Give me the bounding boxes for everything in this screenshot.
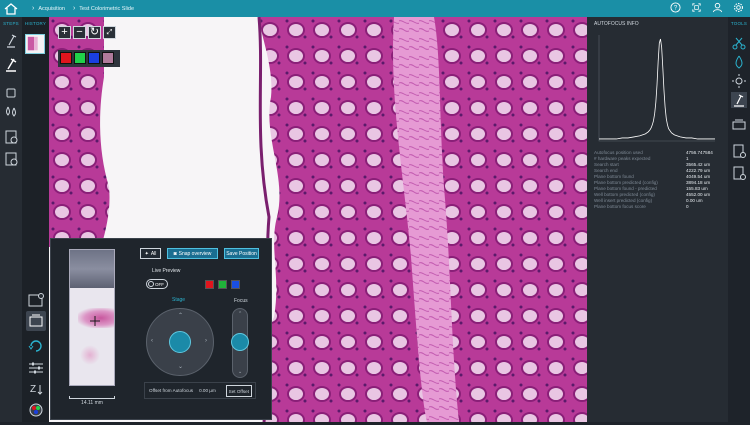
droplet-tool-icon[interactable]	[731, 54, 747, 70]
channel-green[interactable]	[74, 52, 86, 64]
scale-value: 14.11	[81, 400, 94, 406]
arrow-down-icon[interactable]: ⌄	[178, 363, 183, 370]
save-position-label: Save Position	[226, 250, 257, 257]
slide-overview-image[interactable]	[69, 249, 115, 386]
breadcrumb-item-acquisition[interactable]: Acquisition	[38, 6, 65, 12]
live-channel-blue[interactable]	[231, 280, 240, 289]
snap-overview-button[interactable]: ◙ Snap overview	[167, 248, 218, 259]
all-button[interactable]: ✦ All	[140, 248, 161, 259]
live-channel-red[interactable]	[205, 280, 214, 289]
rotate-icon[interactable]: ↻	[88, 26, 101, 39]
svg-text:Z: Z	[30, 384, 36, 395]
scissors-icon[interactable]	[731, 35, 747, 51]
zoom-toolbar: + − ↻ ⤢	[58, 26, 116, 39]
focus-score-line	[599, 38, 715, 140]
focus-slider[interactable]: ⌃ ⌄	[231, 308, 249, 378]
channel-swatches	[58, 50, 120, 67]
zoom-in-icon[interactable]: +	[58, 26, 71, 39]
channel-blue[interactable]	[88, 52, 100, 64]
live-preview-toggle[interactable]: OFF	[146, 279, 168, 289]
microscope-tool-icon[interactable]	[731, 92, 747, 108]
autofocus-value: 4756.747584	[686, 150, 713, 155]
svg-text:?: ?	[674, 5, 678, 12]
save-position-button[interactable]: Save Position	[224, 248, 259, 259]
breadcrumb: › Acquisition › Test Colorimetric Slide	[24, 5, 134, 12]
brightness-icon[interactable]	[731, 73, 747, 89]
steps-column: STEPS	[0, 17, 22, 422]
focus-up-icon[interactable]: ⌃	[238, 311, 242, 317]
focus-label: Focus	[234, 298, 248, 304]
settings-icon[interactable]	[733, 2, 744, 13]
autofocus-row: Plane bottom focus score 0	[594, 204, 722, 210]
scale-bar-line	[69, 396, 115, 399]
color-wheel-icon[interactable]	[26, 400, 46, 420]
arrow-right-icon[interactable]: ›	[205, 338, 207, 344]
arrow-left-icon[interactable]: ‹	[151, 338, 153, 344]
home-icon[interactable]	[4, 2, 18, 15]
image-view-icon[interactable]	[26, 311, 46, 331]
stage-label: Stage	[172, 297, 186, 303]
refresh-icon[interactable]	[26, 336, 46, 356]
crosshair-icon	[90, 316, 100, 326]
steps-header: STEPS	[3, 21, 19, 26]
tools-header: TOOLS	[730, 21, 748, 26]
autofocus-table: Autofocus position used 4756.747584 # hard…	[594, 150, 722, 210]
expand-icon[interactable]	[691, 2, 702, 13]
scale-bar: 14.11 mm	[69, 396, 115, 406]
channel-composite[interactable]	[102, 52, 114, 64]
tools-column: TOOLS	[728, 17, 750, 422]
live-channel-green[interactable]	[218, 280, 227, 289]
zoom-out-icon[interactable]: −	[73, 26, 86, 39]
top-bar: › Acquisition › Test Colorimetric Slide …	[0, 0, 750, 17]
snap-overview-label: Snap overview	[178, 250, 212, 257]
focus-down-icon[interactable]: ⌄	[238, 369, 242, 375]
user-icon[interactable]	[712, 2, 723, 13]
star-icon: ✦	[144, 250, 149, 257]
fullscreen-icon[interactable]: ⤢	[103, 26, 116, 39]
history-header: HISTORY	[24, 21, 47, 26]
autofocus-title: AUTOFOCUS INFO	[594, 21, 639, 27]
offset-label: Offset from Autofocus	[149, 388, 194, 393]
camera-icon: ◙	[173, 250, 177, 257]
screenshot-icon[interactable]	[26, 290, 46, 310]
slide-export-tool-icon[interactable]	[731, 165, 747, 181]
autofocus-value: 0	[686, 204, 689, 209]
history-thumbnail[interactable]	[25, 34, 45, 54]
help-icon[interactable]: ?	[670, 2, 681, 13]
top-icons: ?	[670, 2, 744, 13]
channel-red[interactable]	[60, 52, 72, 64]
all-button-label: All	[150, 250, 157, 257]
offset-panel: Offset from Autofocus 0.00 µm Set Offset	[144, 382, 256, 399]
autofocus-key: Plane bottom focus score	[594, 204, 646, 209]
arrow-up-icon[interactable]: ⌃	[178, 312, 183, 319]
square-icon[interactable]	[3, 85, 19, 101]
sliders-icon[interactable]	[26, 358, 46, 378]
live-preview-label: Live Preview	[152, 268, 181, 274]
breadcrumb-item-slide: Test Colorimetric Slide	[79, 5, 135, 12]
stage-joystick[interactable]: ⌃ ⌄ ‹ ›	[146, 308, 214, 376]
offset-value: 0.00 µm	[199, 388, 216, 393]
toggle-knob	[148, 281, 154, 287]
autofocus-curve-chart	[598, 35, 715, 142]
autofocus-panel: AUTOFOCUS INFO Autofocus position used 47…	[587, 17, 728, 422]
slide-export-icon[interactable]	[3, 151, 19, 167]
chevron-right-icon: ›	[72, 5, 76, 12]
slide-add-icon[interactable]	[3, 129, 19, 145]
microscope-step-icon[interactable]	[3, 33, 19, 49]
z-stack-icon[interactable]: Z	[26, 379, 46, 399]
toggle-label: OFF	[155, 281, 164, 287]
slide-tray-icon[interactable]	[731, 117, 747, 133]
set-offset-button[interactable]: Set Offset	[225, 385, 252, 397]
droplet-icon[interactable]	[3, 103, 19, 119]
scale-unit: mm	[94, 400, 103, 406]
stage-joystick-knob[interactable]	[169, 331, 191, 353]
acquire-step-icon[interactable]	[3, 57, 19, 73]
focus-slider-knob[interactable]	[231, 333, 249, 351]
chevron-right-icon: ›	[32, 5, 35, 12]
slide-label-area	[70, 250, 114, 288]
slide-settings-icon[interactable]	[731, 143, 747, 159]
tissue-region-secondary	[80, 345, 100, 365]
